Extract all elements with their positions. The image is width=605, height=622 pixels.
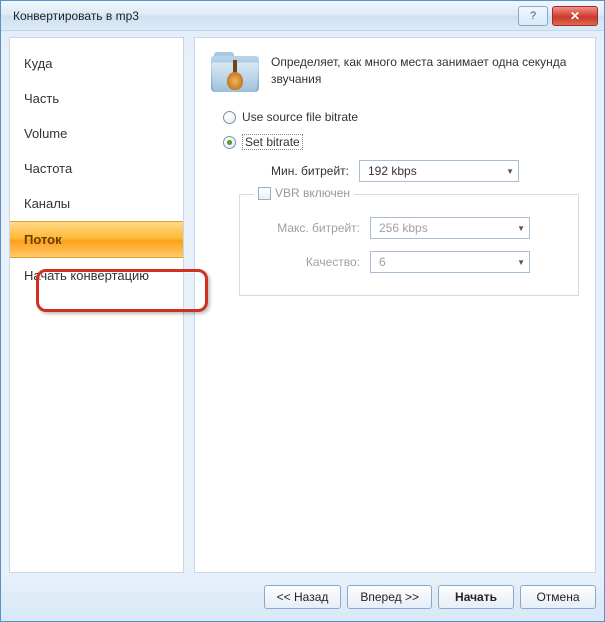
radio-icon bbox=[223, 111, 236, 124]
min-bitrate-label: Мин. битрейт: bbox=[239, 164, 359, 178]
vbr-checkbox[interactable] bbox=[258, 187, 271, 200]
vbr-label: VBR включен bbox=[275, 186, 350, 200]
back-button[interactable]: << Назад bbox=[264, 585, 342, 609]
sidebar-item-destination[interactable]: Куда bbox=[10, 46, 183, 81]
music-folder-icon bbox=[211, 52, 259, 94]
sidebar-item-part[interactable]: Часть bbox=[10, 81, 183, 116]
combo-value: 6 bbox=[379, 255, 386, 269]
close-button[interactable]: ✕ bbox=[552, 6, 598, 26]
radio-set-bitrate[interactable]: Set bitrate bbox=[223, 134, 579, 150]
sidebar-item-channels[interactable]: Каналы bbox=[10, 186, 183, 221]
help-button[interactable]: ? bbox=[518, 6, 548, 26]
min-bitrate-row: Мин. битрейт: 192 kbps ▼ bbox=[239, 160, 579, 182]
radio-label: Use source file bitrate bbox=[242, 110, 358, 124]
sidebar-item-label: Каналы bbox=[24, 196, 70, 211]
cancel-button[interactable]: Отмена bbox=[520, 585, 596, 609]
radio-icon bbox=[223, 136, 236, 149]
sidebar-item-label: Куда bbox=[24, 56, 52, 71]
quality-row: Качество: 6 ▼ bbox=[250, 251, 568, 273]
combo-value: 192 kbps bbox=[368, 164, 417, 178]
vbr-fieldset: VBR включен Макс. битрейт: 256 kbps ▼ Ка… bbox=[239, 194, 579, 296]
content-header: Определяет, как много места занимает одн… bbox=[211, 52, 579, 94]
titlebar: Конвертировать в mp3 ? ✕ bbox=[1, 1, 604, 31]
quality-combo[interactable]: 6 ▼ bbox=[370, 251, 530, 273]
max-bitrate-label: Макс. битрейт: bbox=[250, 221, 370, 235]
forward-button[interactable]: Вперед >> bbox=[347, 585, 432, 609]
max-bitrate-row: Макс. битрейт: 256 kbps ▼ bbox=[250, 217, 568, 239]
start-button[interactable]: Начать bbox=[438, 585, 514, 609]
sidebar-item-volume[interactable]: Volume bbox=[10, 116, 183, 151]
sidebar-item-label: Частота bbox=[24, 161, 72, 176]
radio-label: Set bitrate bbox=[242, 134, 303, 150]
vbr-legend[interactable]: VBR включен bbox=[254, 186, 354, 200]
sidebar-item-label: Начать конвертацию bbox=[24, 268, 149, 283]
sidebar-item-start-conversion[interactable]: Начать конвертацию bbox=[10, 258, 183, 293]
footer: << Назад Вперед >> Начать Отмена bbox=[9, 573, 596, 613]
sidebar-item-frequency[interactable]: Частота bbox=[10, 151, 183, 186]
dialog-window: Конвертировать в mp3 ? ✕ Куда Часть Volu… bbox=[0, 0, 605, 622]
sidebar-item-stream[interactable]: Поток bbox=[10, 221, 183, 258]
window-controls: ? ✕ bbox=[518, 6, 604, 26]
sidebar: Куда Часть Volume Частота Каналы Поток bbox=[9, 37, 184, 573]
bitrate-radio-group: Use source file bitrate Set bitrate bbox=[223, 110, 579, 150]
radio-use-source-bitrate[interactable]: Use source file bitrate bbox=[223, 110, 579, 124]
sidebar-item-label: Поток bbox=[24, 232, 62, 247]
dialog-body: Куда Часть Volume Частота Каналы Поток bbox=[9, 37, 596, 613]
window-title: Конвертировать в mp3 bbox=[13, 9, 139, 23]
chevron-down-icon: ▼ bbox=[506, 167, 514, 176]
content-panel: Определяет, как много места занимает одн… bbox=[194, 37, 596, 573]
combo-value: 256 kbps bbox=[379, 221, 428, 235]
quality-label: Качество: bbox=[250, 255, 370, 269]
main-area: Куда Часть Volume Частота Каналы Поток bbox=[9, 37, 596, 573]
chevron-down-icon: ▼ bbox=[517, 224, 525, 233]
content-description: Определяет, как много места занимает одн… bbox=[271, 52, 579, 94]
sidebar-item-label: Часть bbox=[24, 91, 59, 106]
min-bitrate-combo[interactable]: 192 kbps ▼ bbox=[359, 160, 519, 182]
sidebar-item-label: Volume bbox=[24, 126, 67, 141]
max-bitrate-combo[interactable]: 256 kbps ▼ bbox=[370, 217, 530, 239]
chevron-down-icon: ▼ bbox=[517, 258, 525, 267]
